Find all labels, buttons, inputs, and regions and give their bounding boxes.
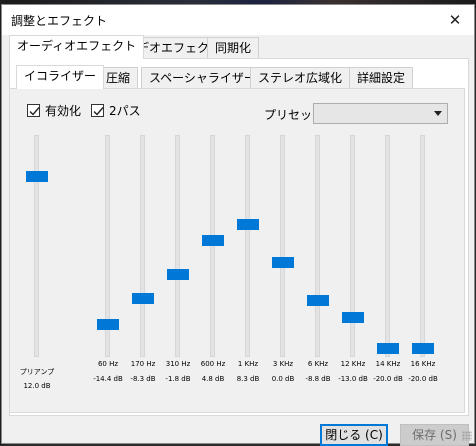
tab-stereo-widener[interactable]: ステレオ広域化 xyxy=(250,67,351,89)
effects-dialog: 調整とエフェクト ✕ オーディオエフェクト ビデオエフェクト 同期化 イコライザ… xyxy=(1,4,475,446)
band-slider-8-thumb[interactable] xyxy=(377,343,399,354)
title-bar: 調整とエフェクト ✕ xyxy=(2,5,474,35)
band-slider-6-track[interactable] xyxy=(315,135,320,357)
tab-advanced[interactable]: 詳細設定 xyxy=(349,67,414,89)
band-slider-1-thumb[interactable] xyxy=(132,293,154,305)
band-slider-8-track[interactable] xyxy=(385,135,390,357)
band-slider-4-track[interactable] xyxy=(245,135,250,357)
band-slider-7-thumb[interactable] xyxy=(342,312,364,324)
enable-checkbox[interactable] xyxy=(27,104,40,117)
tab-synchronization[interactable]: 同期化 xyxy=(207,37,260,59)
chevron-down-icon[interactable] xyxy=(434,111,442,116)
twopass-label: 2パス xyxy=(109,104,141,118)
band-slider-1-track[interactable] xyxy=(140,135,145,357)
band-slider-9-track[interactable] xyxy=(420,135,425,357)
band-slider-9-thumb[interactable] xyxy=(412,343,434,354)
save-button[interactable]: 保存 (S) xyxy=(400,424,469,446)
band-slider-3-track[interactable] xyxy=(210,135,215,357)
preset-dropdown[interactable] xyxy=(313,103,448,124)
window-title: 調整とエフェクト xyxy=(11,14,108,28)
band-slider-2-track[interactable] xyxy=(175,135,180,357)
band-slider-6-thumb[interactable] xyxy=(307,294,329,306)
check-icon xyxy=(29,107,40,116)
band-slider-0-thumb[interactable] xyxy=(97,318,119,330)
band-slider-7-track[interactable] xyxy=(350,135,355,357)
preamp-slider-label: プリアンプ xyxy=(19,368,55,376)
band-slider-9-label: 16 KHz xyxy=(410,360,436,368)
twopass-checkbox[interactable] xyxy=(91,104,104,117)
preamp-slider-track[interactable] xyxy=(34,135,39,357)
band-slider-2-thumb[interactable] xyxy=(167,269,189,281)
tab-spatializer[interactable]: スペーシャライザー xyxy=(141,67,264,89)
preamp-slider-thumb[interactable] xyxy=(26,171,48,182)
check-icon xyxy=(93,107,104,116)
enable-label: 有効化 xyxy=(45,104,82,118)
tab-equalizer[interactable]: イコライザー xyxy=(16,65,105,89)
close-button[interactable]: 閉じる (C) xyxy=(320,424,388,446)
band-slider-4-thumb[interactable] xyxy=(237,219,259,231)
close-icon[interactable]: ✕ xyxy=(442,8,468,32)
enable-checkbox-row[interactable]: 有効化 xyxy=(27,102,81,119)
resize-grip[interactable] xyxy=(462,431,472,441)
twopass-checkbox-row[interactable]: 2パス xyxy=(91,102,141,119)
preamp-slider-gain: 12.0 dB xyxy=(23,382,51,390)
band-slider-5-thumb[interactable] xyxy=(272,257,294,268)
band-slider-5-track[interactable] xyxy=(280,135,285,357)
band-slider-3-thumb[interactable] xyxy=(202,234,224,246)
band-slider-9-gain: -20.0 dB xyxy=(408,375,438,383)
tab-audio-effects[interactable]: オーディオエフェクト xyxy=(9,35,145,59)
